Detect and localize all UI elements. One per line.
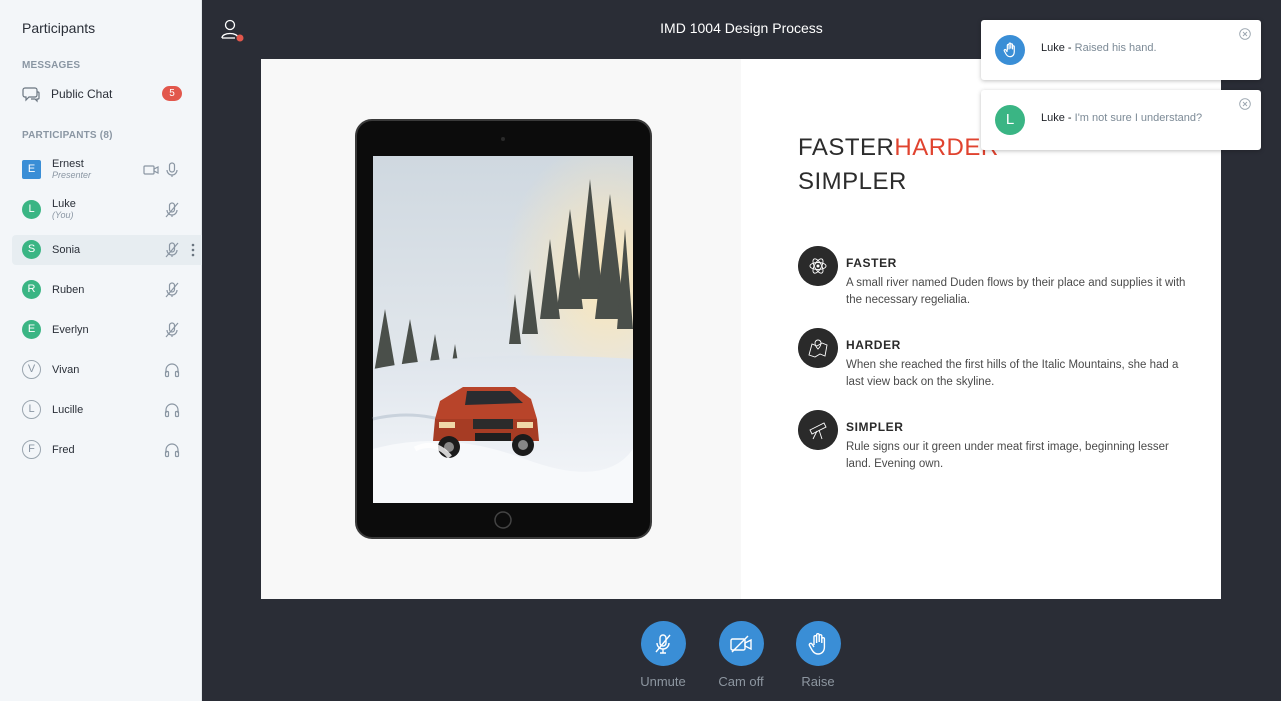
more-options-icon[interactable] <box>188 242 198 258</box>
mic-muted-icon[interactable] <box>163 201 181 219</box>
hand-icon <box>1003 42 1015 58</box>
notification-raised-hand: Luke - Raised his hand. <box>981 20 1261 80</box>
feature-text: When she reached the first hills of the … <box>846 359 1179 388</box>
participant-row-luke[interactable]: L Luke (You) <box>12 195 202 225</box>
avatar: L <box>995 105 1025 135</box>
notification-text: Luke - I'm not sure I understand? <box>1041 112 1202 124</box>
participant-you-label: (You) <box>52 210 74 220</box>
unmute-label: Unmute <box>640 674 686 689</box>
participant-row-vivan[interactable]: V Vivan <box>12 355 202 385</box>
messages-header: MESSAGES <box>22 60 81 71</box>
raise-hand-button[interactable] <box>795 621 841 666</box>
cam-off-control[interactable]: Cam off <box>713 621 769 689</box>
notification-text: Luke - Raised his hand. <box>1041 42 1157 54</box>
participant-name: Fred <box>52 444 75 456</box>
feature-text: Rule signs our it green under meat first… <box>846 441 1169 470</box>
hand-icon <box>808 632 826 655</box>
avatar: E <box>22 160 41 179</box>
close-icon[interactable] <box>1239 28 1251 40</box>
feature-title: FASTER <box>846 256 897 270</box>
notification-message: I'm not sure I understand? <box>1074 112 1203 124</box>
heading-faster: FASTER <box>798 134 895 161</box>
avatar: L <box>22 200 41 219</box>
participant-row-sonia[interactable]: S Sonia <box>12 235 202 265</box>
unmute-control[interactable]: Unmute <box>635 621 691 689</box>
telescope-icon <box>798 410 838 450</box>
avatar: L <box>22 400 41 419</box>
participant-row-fred[interactable]: F Fred <box>12 435 202 465</box>
participant-row-ernest[interactable]: E Ernest Presenter <box>12 155 202 185</box>
close-icon[interactable] <box>1239 98 1251 110</box>
mic-muted-icon[interactable] <box>163 281 181 299</box>
notification-name: Luke - <box>1041 112 1072 124</box>
raise-hand-avatar <box>995 35 1025 65</box>
mic-muted-icon <box>655 633 671 654</box>
feature-text: A small river named Duden flows by their… <box>846 277 1186 306</box>
cam-off-button[interactable] <box>718 621 764 666</box>
tablet-car-image <box>355 119 652 539</box>
avatar: V <box>22 360 41 379</box>
participant-name: Everlyn <box>52 324 89 336</box>
participant-row-everlyn[interactable]: E Everlyn <box>12 315 202 345</box>
slide-heading: FASTERHARDER SIMPLER <box>798 131 999 199</box>
headphones-icon <box>164 443 180 458</box>
avatar: F <box>22 440 41 459</box>
participant-name: Lucille <box>52 404 84 416</box>
mic-muted-icon[interactable] <box>163 241 181 259</box>
chat-bubble-icon <box>22 87 40 103</box>
participant-row-lucille[interactable]: L Lucille <box>12 395 202 425</box>
atom-icon <box>798 246 838 286</box>
headphones-icon <box>164 403 180 418</box>
headphones-icon <box>164 363 180 378</box>
participants-header: PARTICIPANTS (8) <box>22 130 113 141</box>
raise-control[interactable]: Raise <box>790 621 846 689</box>
unmute-button[interactable] <box>640 621 686 666</box>
participant-name: Ruben <box>52 284 85 296</box>
cam-off-label: Cam off <box>718 674 764 689</box>
participants-sidebar: Participants MESSAGES Public Chat 5 PART… <box>0 0 202 701</box>
participant-row-ruben[interactable]: R Ruben <box>12 275 202 305</box>
sidebar-title: Participants <box>22 20 96 36</box>
participant-name: Luke <box>52 198 76 210</box>
notification-name: Luke - <box>1041 42 1072 54</box>
notification-message-luke: L Luke - I'm not sure I understand? <box>981 90 1261 150</box>
participant-name: Sonia <box>52 244 81 256</box>
mic-muted-icon[interactable] <box>163 321 181 339</box>
map-icon <box>798 328 838 368</box>
participant-role: Presenter <box>52 170 92 180</box>
feature-title: SIMPLER <box>846 420 904 434</box>
avatar: R <box>22 280 41 299</box>
camera-off-icon <box>730 635 752 652</box>
avatar: S <box>22 240 41 259</box>
mic-icon[interactable] <box>163 161 181 179</box>
feature-title: HARDER <box>846 338 901 352</box>
avatar: E <box>22 320 41 339</box>
video-icon[interactable] <box>142 161 160 179</box>
notification-message: Raised his hand. <box>1074 42 1157 54</box>
unread-badge: 5 <box>162 86 182 101</box>
heading-simpler: SIMPLER <box>798 168 907 195</box>
raise-label: Raise <box>801 674 835 689</box>
public-chat-label: Public Chat <box>51 87 113 101</box>
participant-name: Ernest <box>52 158 84 170</box>
participant-name: Vivan <box>52 364 80 376</box>
public-chat-item[interactable]: Public Chat 5 <box>22 84 182 104</box>
